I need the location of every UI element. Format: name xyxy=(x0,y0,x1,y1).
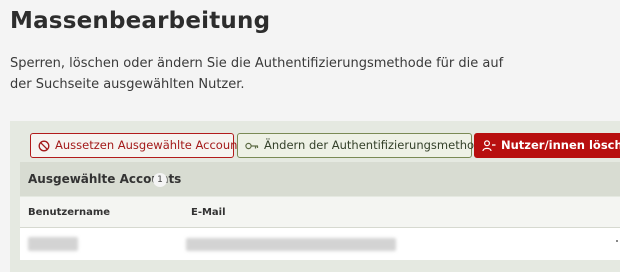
user-minus-icon xyxy=(482,139,496,152)
suspend-accounts-label: Aussetzen Ausgewählte Accounts xyxy=(55,138,248,152)
redacted-email xyxy=(186,238,396,251)
table-row xyxy=(20,228,620,260)
accounts-table-header: Benutzername E-Mail xyxy=(20,197,620,228)
change-auth-method-button[interactable]: Ändern der Authentifizierungsmethode xyxy=(237,133,488,158)
row-edge-marker xyxy=(616,240,618,242)
column-header-username: Benutzername xyxy=(28,207,111,218)
page-description: Sperren, löschen oder ändern Sie die Aut… xyxy=(10,56,504,92)
page-title: Massenbearbeitung xyxy=(10,8,271,34)
key-icon xyxy=(245,141,259,151)
delete-users-label: Nutzer/innen löschen xyxy=(501,138,620,152)
column-header-email: E-Mail xyxy=(191,207,226,218)
change-auth-method-label: Ändern der Authentifizierungsmethode xyxy=(264,138,489,152)
ban-icon xyxy=(38,140,50,152)
delete-users-button[interactable]: Nutzer/innen löschen xyxy=(474,133,620,158)
selected-count-badge: 1 xyxy=(153,173,167,187)
suspend-accounts-button[interactable]: Aussetzen Ausgewählte Accounts xyxy=(30,133,248,158)
redacted-username xyxy=(28,237,78,251)
selected-accounts-header: Ausgewählte Accounts 1 xyxy=(20,162,620,196)
